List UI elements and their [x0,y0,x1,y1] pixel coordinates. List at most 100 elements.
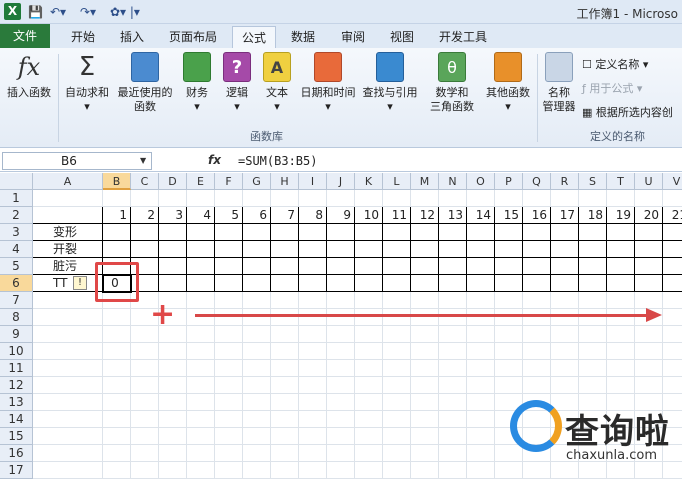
cell-s10[interactable] [579,343,607,360]
row-header-3[interactable]: 3 [0,224,33,241]
cell-m11[interactable] [411,360,439,377]
cell-r10[interactable] [551,343,579,360]
cell-q9[interactable] [523,326,551,343]
cell-j2[interactable]: 9 [327,207,355,224]
cell-o12[interactable] [467,377,495,394]
cell-t9[interactable] [607,326,635,343]
cell-g16[interactable] [243,445,271,462]
cell-c11[interactable] [131,360,159,377]
cell-p5[interactable] [495,258,523,275]
cell-n7[interactable] [439,292,467,309]
cell-c15[interactable] [131,428,159,445]
cell-j10[interactable] [327,343,355,360]
cell-i12[interactable] [299,377,327,394]
cell-v8[interactable] [663,309,682,326]
cell-p2[interactable]: 15 [495,207,523,224]
cell-k17[interactable] [355,462,383,479]
column-header-r[interactable]: R [551,173,579,190]
column-header-g[interactable]: G [243,173,271,190]
cell-n1[interactable] [439,190,467,207]
cell-k2[interactable]: 10 [355,207,383,224]
cell-o4[interactable] [467,241,495,258]
cell-d3[interactable] [159,224,187,241]
cell-h6[interactable] [271,275,299,292]
column-header-u[interactable]: U [635,173,663,190]
cell-n15[interactable] [439,428,467,445]
cell-e3[interactable] [187,224,215,241]
cell-e8[interactable] [187,309,215,326]
cell-t5[interactable] [607,258,635,275]
cell-l4[interactable] [383,241,411,258]
cell-l15[interactable] [383,428,411,445]
cell-s2[interactable]: 18 [579,207,607,224]
tab-insert[interactable]: 插入 [112,26,152,48]
cell-r4[interactable] [551,241,579,258]
cell-l2[interactable]: 11 [383,207,411,224]
cell-r11[interactable] [551,360,579,377]
cell-g3[interactable] [243,224,271,241]
cell-h4[interactable] [271,241,299,258]
cell-o3[interactable] [467,224,495,241]
cell-t8[interactable] [607,309,635,326]
cell-n8[interactable] [439,309,467,326]
cell-g14[interactable] [243,411,271,428]
cell-o9[interactable] [467,326,495,343]
cell-l12[interactable] [383,377,411,394]
more-functions-button[interactable]: 其他函数 ▾ [482,52,534,114]
cell-k10[interactable] [355,343,383,360]
cell-o5[interactable] [467,258,495,275]
row-header-4[interactable]: 4 [0,241,33,258]
column-header-d[interactable]: D [159,173,187,190]
cell-f1[interactable] [215,190,243,207]
cell-a12[interactable] [33,377,103,394]
cell-v12[interactable] [663,377,682,394]
cell-n5[interactable] [439,258,467,275]
cell-a13[interactable] [33,394,103,411]
cell-d2[interactable]: 3 [159,207,187,224]
cell-n11[interactable] [439,360,467,377]
cell-v9[interactable] [663,326,682,343]
cell-i3[interactable] [299,224,327,241]
cell-a14[interactable] [33,411,103,428]
cell-f15[interactable] [215,428,243,445]
cell-b15[interactable] [103,428,131,445]
cell-c1[interactable] [131,190,159,207]
fx-icon[interactable]: fx [208,153,221,167]
cell-v6[interactable] [663,275,682,292]
cell-u10[interactable] [635,343,663,360]
cell-g2[interactable]: 6 [243,207,271,224]
cell-k8[interactable] [355,309,383,326]
cell-m12[interactable] [411,377,439,394]
cell-k16[interactable] [355,445,383,462]
cell-e13[interactable] [187,394,215,411]
row-header-15[interactable]: 15 [0,428,33,445]
cell-j16[interactable] [327,445,355,462]
cell-i4[interactable] [299,241,327,258]
cell-q17[interactable] [523,462,551,479]
cell-n4[interactable] [439,241,467,258]
cell-r3[interactable] [551,224,579,241]
row-header-10[interactable]: 10 [0,343,33,360]
column-header-k[interactable]: K [355,173,383,190]
cell-a1[interactable] [33,190,103,207]
cell-h7[interactable] [271,292,299,309]
cell-m8[interactable] [411,309,439,326]
cell-f6[interactable] [215,275,243,292]
cell-k1[interactable] [355,190,383,207]
cell-e2[interactable]: 4 [187,207,215,224]
cell-m4[interactable] [411,241,439,258]
cell-h8[interactable] [271,309,299,326]
recently-used-button[interactable]: 最近使用的 函数 [114,52,176,114]
cell-i2[interactable]: 8 [299,207,327,224]
cell-m3[interactable] [411,224,439,241]
cell-u1[interactable] [635,190,663,207]
cell-h15[interactable] [271,428,299,445]
cell-f14[interactable] [215,411,243,428]
logical-button[interactable]: ? 逻辑 ▾ [220,52,254,114]
cell-o13[interactable] [467,394,495,411]
cell-d6[interactable] [159,275,187,292]
cell-c10[interactable] [131,343,159,360]
cell-b2[interactable]: 1 [103,207,131,224]
cell-k9[interactable] [355,326,383,343]
cell-l7[interactable] [383,292,411,309]
